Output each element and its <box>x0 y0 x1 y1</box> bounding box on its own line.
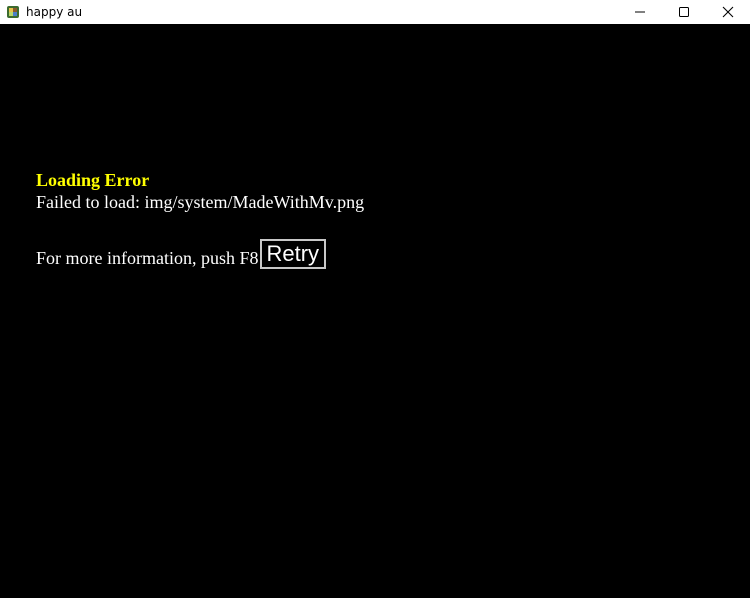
maximize-icon <box>679 7 689 17</box>
error-printer: Loading Error Failed to load: img/system… <box>36 169 364 269</box>
minimize-icon <box>635 11 645 13</box>
window-title: happy au <box>26 5 83 19</box>
minimize-button[interactable] <box>618 0 662 24</box>
error-title: Loading Error <box>36 170 150 190</box>
error-info-line: For more information, push F8 Retry <box>36 239 364 269</box>
error-info-text: For more information, push F8 <box>36 248 259 268</box>
close-icon <box>722 6 734 18</box>
title-bar[interactable]: happy au <box>0 0 750 24</box>
error-message: Failed to load: img/system/MadeWithMv.pn… <box>36 192 365 212</box>
game-canvas: Loading Error Failed to load: img/system… <box>0 24 750 598</box>
retry-button[interactable]: Retry <box>259 239 327 269</box>
close-button[interactable] <box>706 0 750 24</box>
app-window: happy au Loading Error Failed to load: i… <box>0 0 750 598</box>
rpg-maker-app-icon <box>6 5 20 19</box>
maximize-button[interactable] <box>662 0 706 24</box>
